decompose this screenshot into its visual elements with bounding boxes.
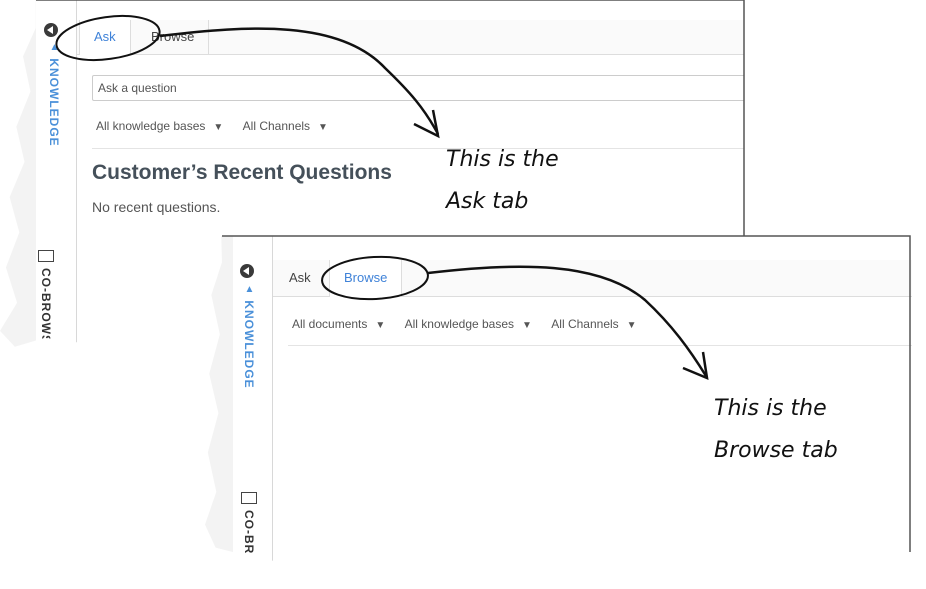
knowledge-rail-label: KNOWLEDGE (47, 58, 61, 147)
knowledge-base-filter[interactable]: All knowledge bases ▼ (405, 317, 532, 331)
caret-down-icon: ▼ (318, 122, 328, 133)
cobrowse-rail-tab[interactable]: CO-BR (242, 510, 256, 554)
tab-browse-label: Browse (344, 270, 388, 285)
channel-filter-label: All Channels (242, 119, 311, 133)
browse-callout-line-2: Browse tab (714, 438, 838, 463)
channel-filter-label: All Channels (551, 317, 619, 331)
cobrowse-rail-tab[interactable]: CO-BROWS (39, 268, 53, 344)
ask-callout-line-1: This is the (446, 147, 559, 172)
graduation-cap-icon: ▲ (49, 42, 60, 54)
documents-filter[interactable]: All documents ▼ (292, 317, 385, 331)
caret-down-icon: ▼ (375, 320, 386, 331)
recent-questions-title: Customer’s Recent Questions (92, 161, 392, 184)
channel-filter[interactable]: All Channels ▼ (243, 119, 328, 133)
side-rail: ▲ KNOWLEDGE CO-BROWS (36, 0, 77, 352)
collapse-left-icon[interactable] (44, 23, 58, 37)
knowledge-rail-tab[interactable]: ▲ KNOWLEDGE (47, 42, 61, 147)
side-rail: ▲ KNOWLEDGE CO-BR (233, 236, 273, 564)
caret-down-icon: ▼ (626, 320, 637, 331)
cobrowse-rail-label: CO-BR (242, 510, 256, 555)
knowledge-base-filter-label: All knowledge bases (96, 119, 206, 133)
tab-ask[interactable]: Ask (275, 260, 325, 296)
cobrowse-rail-label: CO-BROWS (39, 268, 53, 344)
graduation-cap-icon: ▲ (244, 284, 255, 296)
tab-ask-label: Ask (94, 29, 116, 44)
knowledge-rail-tab[interactable]: ▲ KNOWLEDGE (242, 284, 256, 389)
tab-bar: Ask Browse (273, 260, 912, 297)
left-panel-strip (0, 0, 36, 352)
documents-filter-label: All documents (292, 317, 368, 331)
tab-bar: Ask Browse (77, 20, 744, 55)
tab-ask-label: Ask (289, 270, 311, 285)
divider (92, 148, 744, 149)
browse-callout-line-1: This is the (714, 396, 827, 421)
channel-filter[interactable]: All Channels ▼ (551, 317, 636, 331)
tab-browse[interactable]: Browse (329, 260, 403, 297)
knowledge-rail-label: KNOWLEDGE (242, 300, 256, 389)
ask-callout-line-2: Ask tab (446, 189, 529, 214)
no-recent-questions-text: No recent questions. (92, 199, 221, 215)
browse-tab-callout: This is the Browse tab (714, 388, 838, 472)
monitor-icon (38, 250, 54, 262)
tab-browse[interactable]: Browse (137, 20, 210, 54)
divider (288, 345, 912, 346)
knowledge-base-filter[interactable]: All knowledge bases ▼ (96, 119, 223, 133)
ask-question-input[interactable]: Ask a question (92, 75, 744, 101)
caret-down-icon: ▼ (213, 122, 224, 133)
knowledge-base-filter-label: All knowledge bases (404, 317, 515, 331)
ask-tab-callout: This is the Ask tab (446, 139, 559, 223)
collapse-left-icon[interactable] (240, 264, 254, 278)
caret-down-icon: ▼ (522, 320, 532, 331)
tab-ask[interactable]: Ask (79, 20, 131, 55)
filter-bar: All documents ▼ All knowledge bases ▼ All … (292, 317, 653, 331)
filter-bar: All knowledge bases ▼ All Channels ▼ (96, 119, 344, 133)
tab-browse-label: Browse (151, 29, 195, 44)
monitor-icon (241, 492, 257, 504)
ask-question-placeholder: Ask a question (98, 81, 177, 95)
